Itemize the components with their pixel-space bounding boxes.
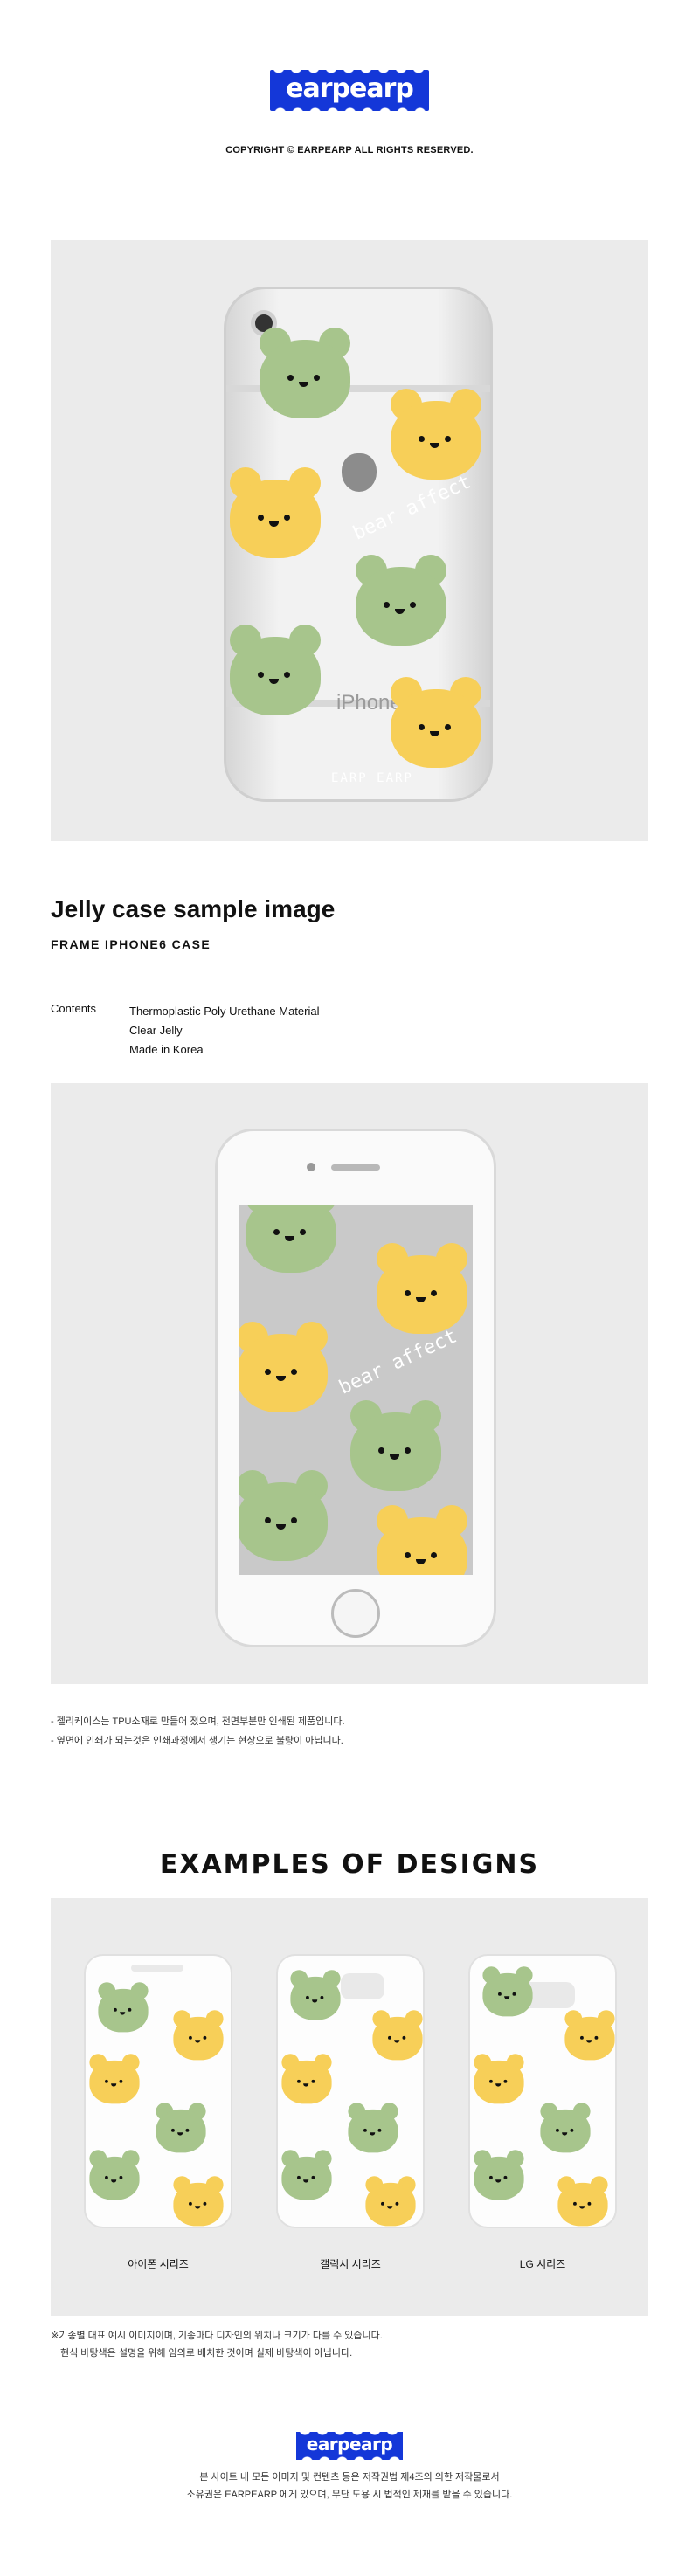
product-photo-back: iPhone EARP EARP bear affect (51, 240, 648, 841)
footer-logo: earpearp (295, 2431, 404, 2460)
examples-panel: 아이폰 시리즈 갤럭시 시리즈 LG 시리즈 (51, 1898, 648, 2316)
copyright-text: COPYRIGHT © EARPEARP ALL RIGHTS RESERVED… (225, 145, 474, 155)
phone-case-back: iPhone EARP EARP bear affect (224, 287, 493, 802)
bear-icon (470, 2052, 528, 2105)
bear-icon (344, 2101, 402, 2154)
bear-icon (479, 1965, 536, 2018)
bear-icon (561, 2008, 615, 2061)
bear-icon (239, 1318, 335, 1414)
contents-item: Thermoplastic Poly Urethane Material (129, 1005, 320, 1018)
example-lg-case (468, 1954, 617, 2228)
bear-icon (384, 673, 488, 770)
bear-icon (362, 2174, 419, 2227)
bear-icon (369, 2008, 423, 2061)
product-photo-front: bear affect (51, 1083, 648, 1684)
example-label-lg: LG 시리즈 (519, 2258, 566, 2270)
bear-icon (170, 2174, 227, 2227)
brand-logo: earpearp (270, 69, 429, 111)
contents-item: Clear Jelly (129, 1024, 183, 1037)
bear-affect-graffiti: bear affect (336, 1325, 460, 1399)
case-notes: - 젤리케이스는 TPU소재로 만들어 졌으며, 전면부분만 인쇄된 제품입니다… (51, 1712, 345, 1751)
bear-icon (223, 621, 328, 717)
examples-notes: ※기종별 대표 예시 이미지이며, 기종마다 디자인의 위치나 크기가 다를 수… (51, 2327, 383, 2362)
bear-icon (278, 2052, 336, 2105)
bear-icon (349, 551, 453, 647)
contents-list: Thermoplastic Poly Urethane Material Cle… (129, 1002, 319, 1060)
bear-icon (554, 2174, 612, 2227)
bear-icon (239, 1205, 343, 1274)
bear-icon (239, 1467, 335, 1563)
front-camera (307, 1163, 315, 1171)
camera-cutout (131, 1965, 183, 1972)
bear-icon (86, 2052, 143, 2105)
home-button (331, 1589, 380, 1638)
bear-icon (152, 2101, 210, 2154)
page-title: Jelly case sample image (51, 895, 336, 922)
bear-icon (370, 1502, 473, 1575)
contents-item: Made in Korea (129, 1043, 204, 1056)
bear-icon (94, 1980, 152, 2034)
examples-title: EXAMPLES OF DESIGNS (159, 1849, 540, 1880)
note-line: ※기종별 대표 예시 이미지이며, 기종마다 디자인의 위치나 크기가 다를 수… (51, 2331, 383, 2341)
product-subtitle: FRAME IPHONE6 CASE (51, 937, 211, 951)
example-label-galaxy: 갤럭시 시리즈 (320, 2258, 381, 2270)
contents-label: Contents (51, 1002, 97, 1015)
bear-icon (470, 2148, 528, 2201)
brand-header: earpearp (0, 69, 699, 111)
example-galaxy-case (276, 1954, 425, 2228)
bear-icon (287, 1968, 344, 2021)
example-iphone-case (84, 1954, 232, 2228)
footer-copyright: 본 사이트 내 모든 이미지 및 컨텐츠 등은 저작권법 제4조의 의한 저작물… (0, 2469, 699, 2503)
bear-icon (86, 2148, 143, 2201)
bear-icon (170, 2008, 227, 2061)
bear-icon (370, 1240, 473, 1336)
apple-logo-icon (342, 453, 377, 492)
phone-screen: bear affect (239, 1205, 473, 1575)
bear-icon (384, 385, 488, 481)
note-line: - 옆면에 인쇄가 되는것은 인쇄과정에서 생기는 현상으로 불량이 아닙니다. (51, 1736, 343, 1746)
example-label-iphone: 아이폰 시리즈 (128, 2258, 189, 2270)
earpiece (331, 1164, 380, 1171)
bear-icon (253, 324, 357, 420)
footer-line: 소유권은 EARPEARP 에게 있으며, 무단 도용 시 법적인 제재를 받을… (186, 2490, 513, 2500)
bear-icon (223, 464, 328, 560)
footer-line: 본 사이트 내 모든 이미지 및 컨텐츠 등은 저작권법 제4조의 의한 저작물… (199, 2472, 500, 2483)
phone-front: bear affect (215, 1129, 496, 1647)
note-line: 현식 바탕색은 설명을 위해 임의로 배치한 것이며 실제 바탕색이 아닙니다. (51, 2348, 353, 2358)
bear-icon (536, 2101, 594, 2154)
note-line: - 젤리케이스는 TPU소재로 만들어 졌으며, 전면부분만 인쇄된 제품입니다… (51, 1716, 345, 1727)
bear-icon (343, 1397, 448, 1493)
footer-brand: earpearp (0, 2431, 699, 2460)
camera-cutout (341, 1973, 384, 1999)
case-brand-print: EARP EARP (331, 771, 413, 785)
bear-icon (278, 2148, 336, 2201)
